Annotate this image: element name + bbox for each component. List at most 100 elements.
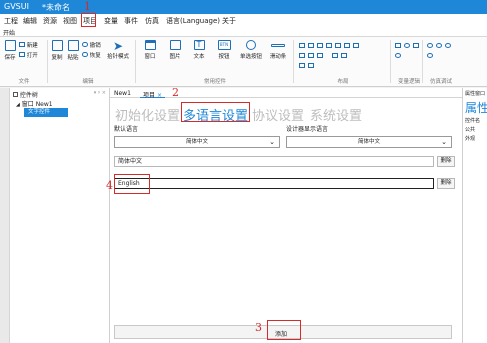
tab-close-icon[interactable]: × xyxy=(157,92,162,99)
button-control-button[interactable]: BTN 按钮 xyxy=(216,40,232,60)
language-field[interactable]: English xyxy=(114,178,434,189)
designer-language-label: 设计器显示语言 xyxy=(286,126,329,133)
tree-node-window[interactable]: ◢ 窗口 New1 xyxy=(16,99,53,108)
expand-icon[interactable]: ◢ xyxy=(16,102,20,108)
ribbon-separator xyxy=(47,40,48,83)
menu-language[interactable]: 语言(Language) xyxy=(166,16,220,26)
distribute-v-icon[interactable] xyxy=(332,53,338,58)
highlight-box-multilang-tab xyxy=(181,102,250,122)
align-left-icon[interactable] xyxy=(299,43,305,48)
tab-project[interactable]: 项目 × xyxy=(140,88,165,99)
menu-events[interactable]: 事件 xyxy=(124,16,138,26)
ribbon-separator xyxy=(135,40,136,83)
properties-panel: 属性窗口 属性 控件名 公共 外观 xyxy=(462,88,487,343)
button-icon: BTN xyxy=(217,40,231,50)
ribbon-separator xyxy=(390,40,391,83)
redo-button[interactable]: 恢复 xyxy=(82,51,101,59)
menu-edit[interactable]: 编辑 xyxy=(23,16,37,26)
group-label-common: 常用控件 xyxy=(203,79,226,85)
delete-button[interactable]: 删除 xyxy=(437,178,455,189)
distribute-h-icon[interactable] xyxy=(317,53,323,58)
tree-node-text-control[interactable]: 文字控件 xyxy=(24,108,68,117)
property-item[interactable]: 控件名 xyxy=(465,117,480,124)
new-button[interactable]: 新建 xyxy=(19,41,38,49)
event-icon[interactable] xyxy=(404,43,410,48)
designer-language-select[interactable]: 简体中文 ⌄ xyxy=(286,136,452,148)
document-area: New1 项目 × 初始化设置 多语言设置 协议设置 系统设置 默认语言 设计器… xyxy=(110,88,462,343)
chevron-down-icon: ⌄ xyxy=(269,138,275,146)
step-number: 1 xyxy=(84,0,91,13)
layer-up-icon[interactable] xyxy=(299,63,305,68)
grid-icon[interactable] xyxy=(341,53,347,58)
default-language-select[interactable]: 简体中文 ⌄ xyxy=(114,136,280,148)
tree-header: 控件树 xyxy=(13,90,38,99)
align-middle-icon[interactable] xyxy=(335,43,341,48)
debug-icon[interactable] xyxy=(436,43,442,48)
toolbox-strip[interactable] xyxy=(0,88,10,343)
ribbon: 保存 新建 打开 复制 粘贴 撤销 恢复 ➤ 拾针模式 窗口 图片 T 文本 B… xyxy=(0,37,487,87)
ribbon-separator xyxy=(293,40,294,83)
app-name: GVSUI xyxy=(4,2,29,11)
settings-tab-protocol[interactable]: 协议设置 xyxy=(252,105,304,124)
menu-variables[interactable]: 变量 xyxy=(104,16,118,26)
align-top-icon[interactable] xyxy=(326,43,332,48)
radio-icon xyxy=(246,40,256,50)
window-icon xyxy=(144,40,156,50)
step-number: 2 xyxy=(172,86,179,99)
menu-resources[interactable]: 资源 xyxy=(43,16,57,26)
highlight-box-add-button xyxy=(267,320,301,340)
run-icon[interactable] xyxy=(427,53,433,58)
step-number: 4 xyxy=(106,179,113,192)
tree-icon xyxy=(13,92,18,97)
menu-simulation[interactable]: 仿真 xyxy=(145,16,159,26)
variable-icon[interactable] xyxy=(395,43,401,48)
menu-view[interactable]: 视图 xyxy=(63,16,77,26)
align-right-icon[interactable] xyxy=(317,43,323,48)
paste-button[interactable]: 粘贴 xyxy=(66,40,80,61)
group-label-file: 文件 xyxy=(18,79,30,85)
tab-new1[interactable]: New1 xyxy=(114,90,131,97)
properties-header: 属性窗口 xyxy=(465,91,486,97)
undo-button[interactable]: 撤销 xyxy=(82,41,101,49)
radio-button-control-button[interactable]: 单选按钮 xyxy=(240,40,262,60)
cursor-icon: ➤ xyxy=(112,39,124,53)
new-file-icon xyxy=(19,42,25,47)
image-control-button[interactable]: 图片 xyxy=(167,40,183,60)
highlight-box-english-field xyxy=(114,174,150,194)
group-label-edit: 编辑 xyxy=(82,79,94,85)
settings-tab-system[interactable]: 系统设置 xyxy=(310,105,362,124)
group-label-variable: 变量逻辑 xyxy=(397,79,420,85)
window-control-button[interactable]: 窗口 xyxy=(142,40,158,60)
logic-icon[interactable] xyxy=(413,43,419,48)
language-field[interactable]: 简体中文 xyxy=(114,156,434,167)
settings-icon[interactable] xyxy=(445,43,451,48)
group-label-simulation: 仿真调试 xyxy=(429,79,452,85)
align-bottom-icon[interactable] xyxy=(344,43,350,48)
align-center-icon[interactable] xyxy=(308,43,314,48)
save-button[interactable]: 保存 xyxy=(3,40,17,61)
paste-icon xyxy=(67,40,79,51)
copy-button[interactable]: 复制 xyxy=(50,40,64,61)
menu-project-file[interactable]: 工程 xyxy=(4,16,18,26)
same-size-icon[interactable] xyxy=(308,53,314,58)
layer-down-icon[interactable] xyxy=(308,63,314,68)
settings-tab-init[interactable]: 初始化设置 xyxy=(115,105,180,124)
text-control-button[interactable]: T 文本 xyxy=(191,40,207,60)
slider-control-button[interactable]: 滑动条 xyxy=(268,40,288,60)
refresh-icon[interactable] xyxy=(395,53,401,58)
property-item[interactable]: 公共 xyxy=(465,126,475,133)
same-width-icon[interactable] xyxy=(353,43,359,48)
panel-pin-icon[interactable]: ▾ ♯ × xyxy=(94,90,106,96)
property-item[interactable]: 外观 xyxy=(465,135,475,142)
delete-button[interactable]: 删除 xyxy=(437,156,455,167)
copy-icon xyxy=(51,40,63,51)
properties-title: 属性 xyxy=(465,101,487,115)
pick-mode-button[interactable]: ➤ 拾针模式 xyxy=(106,40,130,60)
simulate-icon[interactable] xyxy=(427,43,433,48)
redo-icon xyxy=(82,52,88,57)
menu-about[interactable]: 关于 xyxy=(222,16,236,26)
same-height-icon[interactable] xyxy=(299,53,305,58)
menu-bar: 工程 编辑 资源 视图 项目 变量 事件 仿真 语言(Language) 关于 xyxy=(0,14,487,27)
open-button[interactable]: 打开 xyxy=(19,51,38,59)
step-number: 3 xyxy=(255,321,262,334)
